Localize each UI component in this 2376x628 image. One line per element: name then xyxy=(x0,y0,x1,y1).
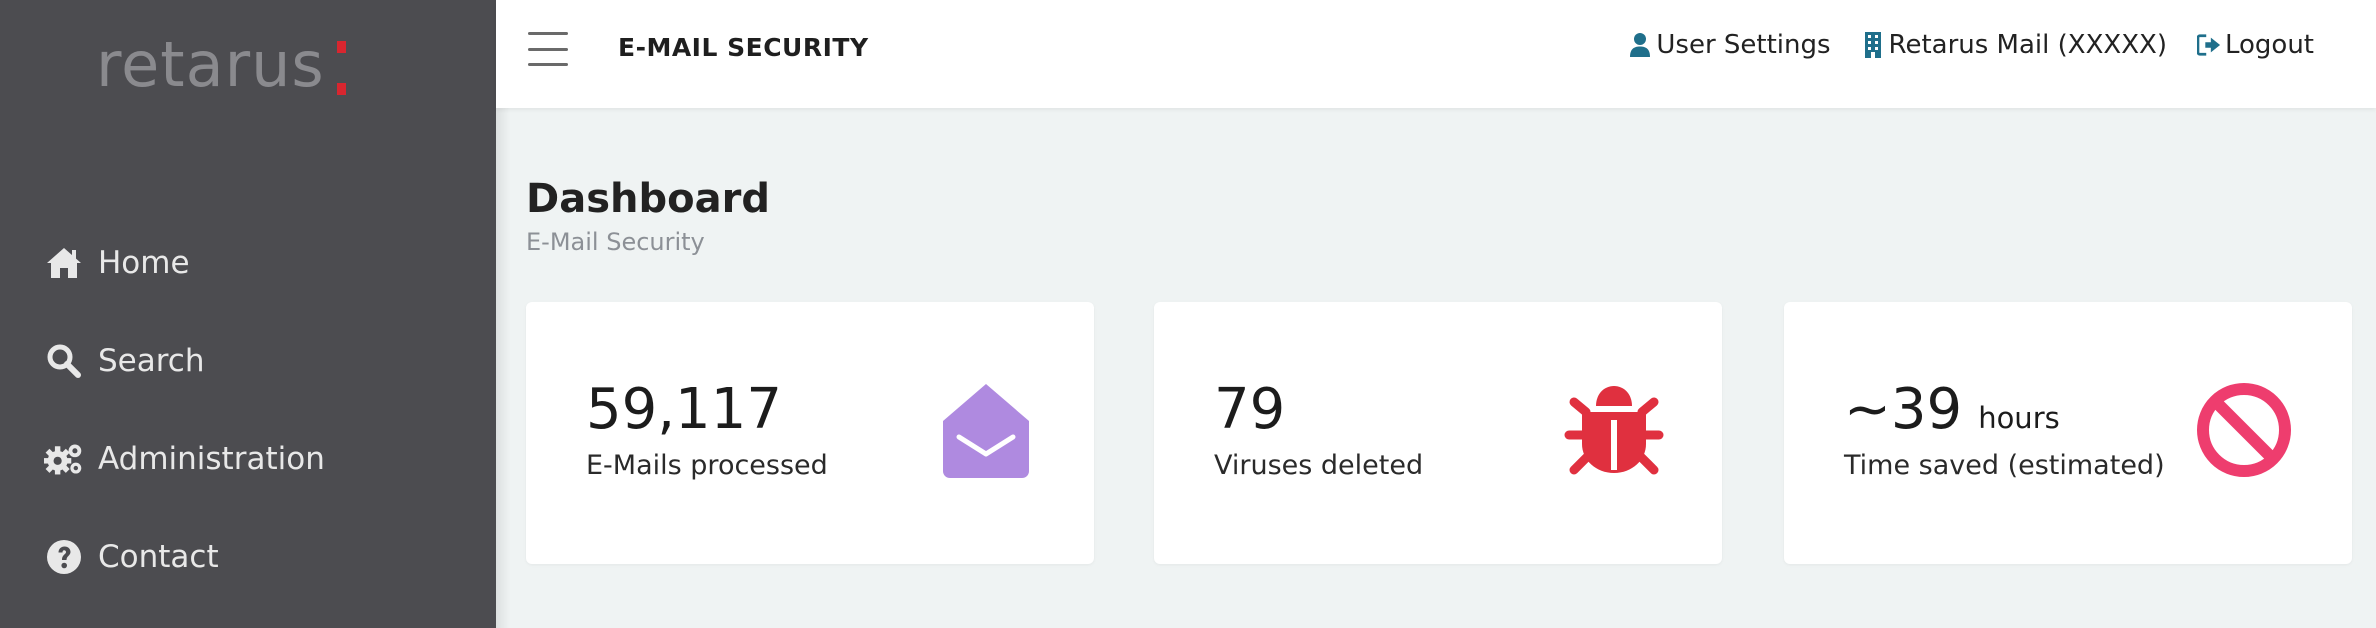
card-value: ~39 hours xyxy=(1844,382,2060,438)
card-value: 59,117 xyxy=(586,382,782,438)
card-label: E-Mails processed xyxy=(586,450,828,481)
page-subtitle: E-Mail Security xyxy=(526,228,705,256)
account-link[interactable]: Retarus Mail (XXXXX) xyxy=(1861,30,2167,60)
user-icon xyxy=(1628,31,1652,59)
logo-text: retarus xyxy=(96,28,325,101)
sidebar-item-administration[interactable]: Administration xyxy=(44,410,325,508)
card-unit: hours xyxy=(1978,401,2060,435)
sidebar-item-label: Home xyxy=(98,245,190,281)
user-settings-label: User Settings xyxy=(1656,30,1831,60)
logo-colon xyxy=(336,41,346,95)
card-label: Time saved (estimated) xyxy=(1844,450,2165,481)
search-icon xyxy=(44,341,84,381)
user-settings-link[interactable]: User Settings xyxy=(1628,30,1831,60)
card-value-number: 79 xyxy=(1214,377,1286,442)
sidebar: retarus Home Search Administration Conta… xyxy=(0,0,496,628)
card-value: 79 xyxy=(1214,382,1285,438)
sidebar-item-label: Search xyxy=(98,343,205,379)
card-value-number: 59,117 xyxy=(586,377,782,442)
building-icon xyxy=(1861,31,1885,59)
sidebar-item-label: Administration xyxy=(98,441,325,477)
logout-link[interactable]: Logout xyxy=(2196,30,2314,60)
sidebar-nav: Home Search Administration Contact xyxy=(44,214,325,606)
home-icon xyxy=(44,243,84,283)
gears-icon xyxy=(44,439,84,479)
sidebar-item-contact[interactable]: Contact xyxy=(44,508,325,606)
sidebar-shadow xyxy=(496,108,510,628)
logout-label: Logout xyxy=(2224,30,2314,60)
header-links: User Settings Retarus Mail (XXXXX) Logou… xyxy=(1628,30,2314,60)
envelope-open-icon xyxy=(936,380,1036,480)
app-title: E-MAIL SECURITY xyxy=(618,33,869,62)
sidebar-item-home[interactable]: Home xyxy=(44,214,325,312)
top-header: E-MAIL SECURITY User Settings Retarus Ma… xyxy=(496,0,2376,108)
card-label: Viruses deleted xyxy=(1214,450,1424,481)
viruses-deleted-card: 79 Viruses deleted xyxy=(1154,302,1722,564)
hamburger-menu-icon[interactable] xyxy=(528,32,568,66)
ban-icon xyxy=(2194,380,2294,480)
sidebar-item-label: Contact xyxy=(98,539,219,575)
emails-processed-card: 59,117 E-Mails processed xyxy=(526,302,1094,564)
card-value-number: ~39 xyxy=(1844,377,1963,442)
app-window: retarus Home Search Administration Conta… xyxy=(0,0,2376,628)
time-saved-card: ~39 hours Time saved (estimated) xyxy=(1784,302,2352,564)
sidebar-item-search[interactable]: Search xyxy=(44,312,325,410)
logout-icon xyxy=(2196,31,2221,59)
retarus-logo[interactable]: retarus xyxy=(96,30,346,100)
page-title: Dashboard xyxy=(526,176,770,222)
bug-icon xyxy=(1564,380,1664,480)
account-label: Retarus Mail (XXXXX) xyxy=(1888,30,2167,60)
question-circle-icon xyxy=(44,537,84,577)
